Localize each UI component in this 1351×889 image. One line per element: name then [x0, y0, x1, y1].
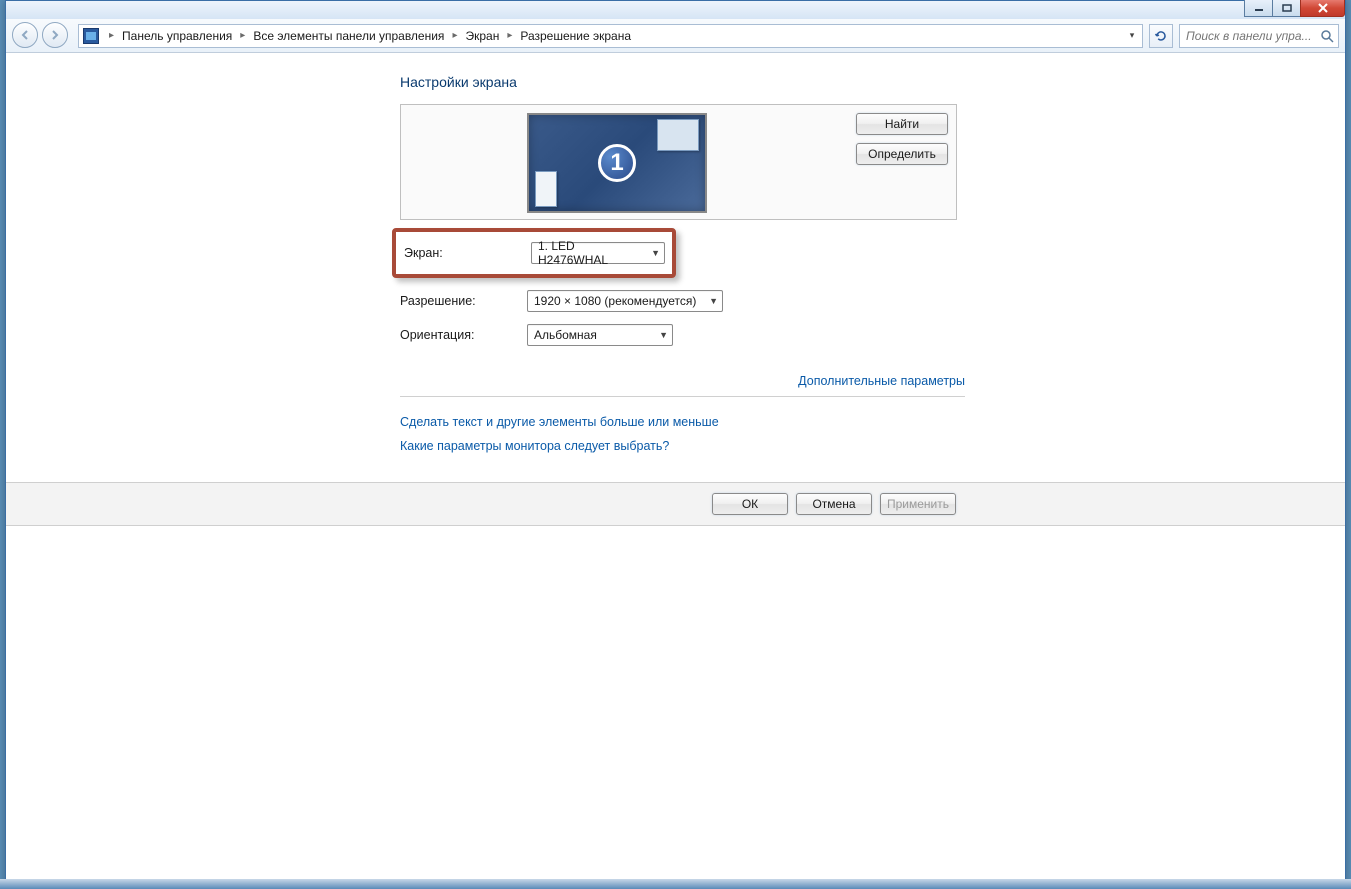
orientation-select-value: Альбомная [534, 328, 597, 342]
advanced-settings-link[interactable]: Дополнительные параметры [798, 374, 965, 388]
apply-button[interactable]: Применить [880, 493, 956, 515]
breadcrumb-item[interactable]: Панель управления [120, 29, 234, 43]
display-preview-panel: 1 Найти Определить [400, 104, 957, 220]
screen-select[interactable]: 1. LED H2476WHAL ▼ [531, 242, 665, 264]
content-area: Настройки экрана 1 Найти Определить Экра… [6, 54, 1345, 888]
nav-arrows [12, 22, 72, 50]
chevron-down-icon: ▼ [651, 248, 660, 258]
highlight-annotation: Экран: 1. LED H2476WHAL ▼ [392, 228, 676, 278]
chevron-right-icon: ▸ [234, 30, 251, 41]
find-button[interactable]: Найти [856, 113, 948, 135]
chevron-right-icon: ▸ [446, 30, 463, 41]
orientation-select[interactable]: Альбомная ▼ [527, 324, 673, 346]
monitor-number-badge: 1 [598, 144, 636, 182]
chevron-down-icon: ▼ [709, 296, 718, 306]
control-panel-window: ▸ Панель управления ▸ Все элементы панел… [5, 0, 1346, 889]
chevron-right-icon: ▸ [501, 30, 518, 41]
dialog-footer: ОК Отмена Применить [6, 482, 1345, 526]
page-title: Настройки экрана [400, 74, 1345, 90]
taskbar[interactable] [0, 879, 1351, 889]
control-panel-icon [83, 28, 99, 44]
breadcrumb-dropdown[interactable]: ▾ [1124, 26, 1140, 46]
breadcrumb-item[interactable]: Экран [463, 29, 501, 43]
titlebar[interactable] [6, 1, 1345, 19]
ok-button[interactable]: ОК [712, 493, 788, 515]
cancel-button[interactable]: Отмена [796, 493, 872, 515]
resolution-label: Разрешение: [400, 294, 527, 308]
mini-window-icon [535, 171, 557, 207]
mini-window-icon [657, 119, 699, 151]
minimize-button[interactable] [1244, 0, 1273, 17]
screen-label: Экран: [404, 246, 531, 260]
resolution-select[interactable]: 1920 × 1080 (рекомендуется) ▼ [527, 290, 723, 312]
breadcrumb[interactable]: ▸ Панель управления ▸ Все элементы панел… [78, 24, 1143, 48]
back-button[interactable] [12, 22, 38, 48]
separator [400, 396, 965, 397]
chevron-right-icon: ▸ [103, 30, 120, 41]
screen-select-value: 1. LED H2476WHAL [538, 239, 644, 267]
refresh-button[interactable] [1149, 24, 1173, 48]
resolution-select-value: 1920 × 1080 (рекомендуется) [534, 294, 696, 308]
maximize-button[interactable] [1272, 0, 1301, 17]
monitor-preview[interactable]: 1 [527, 113, 707, 213]
search-box[interactable] [1179, 24, 1339, 48]
address-bar: ▸ Панель управления ▸ Все элементы панел… [6, 19, 1345, 53]
breadcrumb-item[interactable]: Разрешение экрана [518, 29, 633, 43]
close-button[interactable] [1300, 0, 1345, 17]
orientation-label: Ориентация: [400, 328, 527, 342]
chevron-down-icon: ▼ [659, 330, 668, 340]
forward-button[interactable] [42, 22, 68, 48]
monitor-help-link[interactable]: Какие параметры монитора следует выбрать… [400, 439, 669, 453]
search-icon [1320, 29, 1334, 43]
text-size-link[interactable]: Сделать текст и другие элементы больше и… [400, 415, 719, 429]
search-input[interactable] [1180, 25, 1338, 47]
breadcrumb-item[interactable]: Все элементы панели управления [251, 29, 446, 43]
identify-button[interactable]: Определить [856, 143, 948, 165]
